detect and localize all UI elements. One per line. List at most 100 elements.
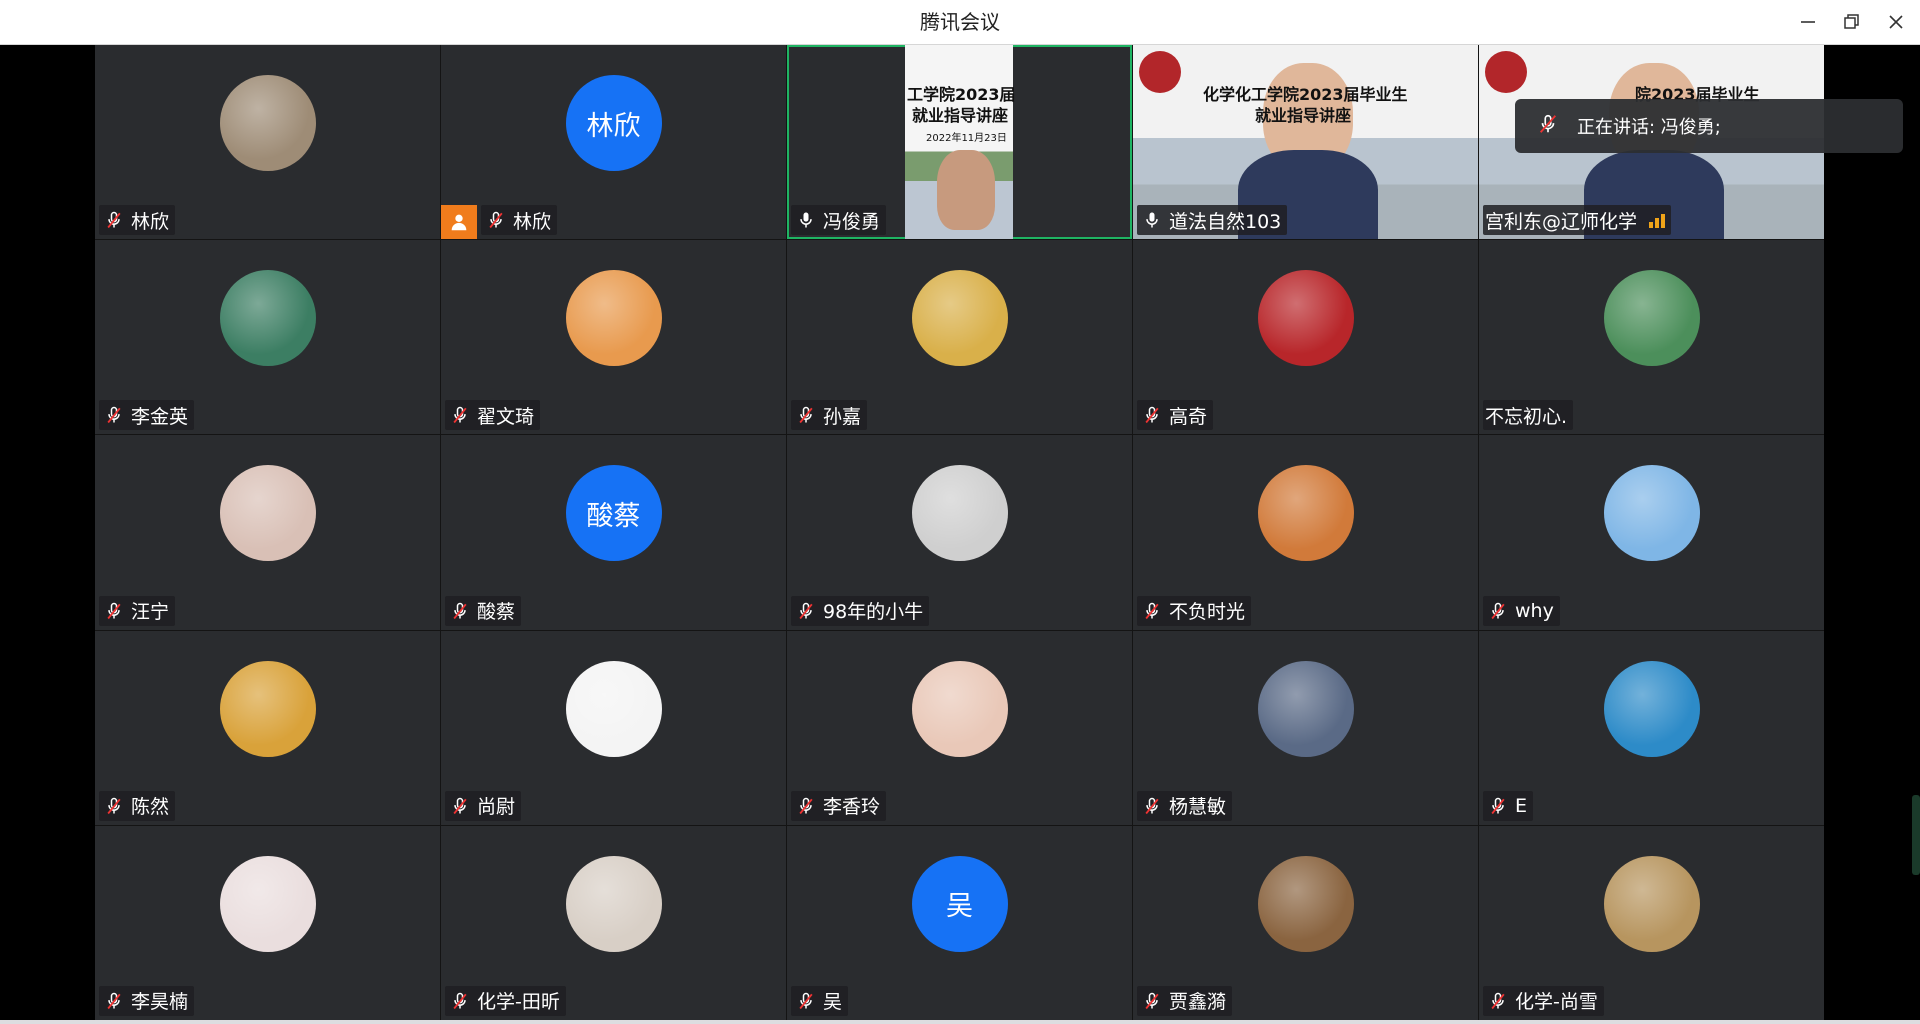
participant-tile[interactable]: 不忘初心. xyxy=(1479,240,1824,435)
participant-tile[interactable]: 化学-尚雪 xyxy=(1479,825,1824,1020)
participant-tile[interactable]: 贾鑫漪 xyxy=(1133,825,1478,1020)
name-label: 贾鑫漪 xyxy=(1137,985,1233,1016)
participant-tile[interactable]: E xyxy=(1479,630,1824,825)
participant-tile[interactable]: 翟文琦 xyxy=(441,240,786,435)
mic-muted-icon xyxy=(103,404,125,426)
mic-muted-icon xyxy=(1141,990,1163,1012)
avatar xyxy=(911,270,1008,367)
mic-muted-icon xyxy=(795,404,817,426)
name-label: 化学-田昕 xyxy=(445,985,566,1016)
speaking-text: 正在讲话: 冯俊勇; xyxy=(1577,117,1721,138)
participant-tile[interactable]: 李金英 xyxy=(95,240,440,435)
title-bar: 腾讯会议 xyxy=(0,0,1920,45)
name-label: 李金英 xyxy=(99,400,195,431)
avatar: 吴 xyxy=(911,855,1008,952)
participant-tile[interactable]: 陈然 xyxy=(95,630,440,825)
participant-name: 杨慧敏 xyxy=(1169,796,1227,819)
mic-muted-icon xyxy=(1537,113,1559,140)
mic-muted-icon xyxy=(103,990,125,1012)
name-label: 98年的小牛 xyxy=(791,595,930,626)
avatar xyxy=(1603,660,1700,757)
name-label: 李香玲 xyxy=(791,790,887,821)
participant-tile[interactable]: 98年的小牛 xyxy=(787,435,1132,630)
avatar xyxy=(1257,270,1354,367)
slide-date: 2022年11月23日 xyxy=(926,133,1007,144)
participant-name: 宫利东@辽师化学 xyxy=(1485,210,1638,233)
participant-name: 化学-田昕 xyxy=(477,991,560,1014)
bottom-strip xyxy=(0,1020,1920,1024)
mic-muted-icon xyxy=(1141,404,1163,426)
name-label: 宫利东@辽师化学 xyxy=(1483,205,1672,236)
mic-muted-icon xyxy=(449,795,471,817)
participant-tile[interactable]: why xyxy=(1479,435,1824,630)
participant-name: 98年的小牛 xyxy=(823,601,924,624)
name-label: 李昊楠 xyxy=(99,985,195,1016)
participant-tile[interactable]: 林欣 xyxy=(95,45,440,240)
participant-tile[interactable]: 杨慧敏 xyxy=(1133,630,1478,825)
participant-name: E xyxy=(1515,794,1528,817)
restore-button[interactable] xyxy=(1836,6,1868,38)
participant-tile[interactable]: 高奇 xyxy=(1133,240,1478,435)
mic-muted-icon xyxy=(1141,795,1163,817)
name-label: 孙嘉 xyxy=(791,400,868,431)
name-label: 不负时光 xyxy=(1137,595,1252,626)
restore-icon xyxy=(1844,14,1859,29)
avatar xyxy=(1603,855,1700,952)
mic-muted-icon xyxy=(103,209,125,231)
mic-muted-icon xyxy=(449,600,471,622)
participant-tile[interactable]: 吴吴 xyxy=(787,825,1132,1020)
name-label: 杨慧敏 xyxy=(1137,790,1233,821)
participant-tile[interactable]: 林欣 林欣 xyxy=(441,45,786,240)
participant-tile[interactable]: 化学-田昕 xyxy=(441,825,786,1020)
name-label: 不忘初心. xyxy=(1483,400,1574,431)
participant-name: 李香玲 xyxy=(823,796,881,819)
participant-name: 林欣 xyxy=(131,210,170,233)
name-label: 冯俊勇 xyxy=(791,205,887,236)
window-title: 腾讯会议 xyxy=(920,10,1000,34)
mic-on-icon xyxy=(1141,209,1163,231)
participant-tile[interactable]: 化学化工学院2023届毕业生 就业指导讲座 道法自然103 xyxy=(1133,45,1478,240)
participant-name: why xyxy=(1515,599,1554,622)
participant-tile[interactable]: 尚尉 xyxy=(441,630,786,825)
minimize-button[interactable] xyxy=(1792,6,1824,38)
name-label: 翟文琦 xyxy=(445,400,541,431)
name-label: 林欣 xyxy=(481,205,558,236)
avatar xyxy=(219,660,316,757)
participant-tile[interactable]: 不负时光 xyxy=(1133,435,1478,630)
participant-name: 孙嘉 xyxy=(823,405,862,428)
participant-tile[interactable]: 汪宁 xyxy=(95,435,440,630)
mic-muted-icon xyxy=(1141,600,1163,622)
participant-tile[interactable]: 工学院2023届 就业指导讲座 2022年11月23日 冯俊勇 xyxy=(787,45,1132,240)
name-label: 道法自然103 xyxy=(1137,205,1288,236)
participant-name: 冯俊勇 xyxy=(823,210,881,233)
slide-subtitle: 就业指导讲座 xyxy=(912,106,1009,125)
participant-name: 翟文琦 xyxy=(477,405,535,428)
participant-tile[interactable]: 李香玲 xyxy=(787,630,1132,825)
host-person-icon xyxy=(441,205,477,240)
name-label: E xyxy=(1483,790,1534,821)
avatar xyxy=(1257,660,1354,757)
speaking-toast: 正在讲话: 冯俊勇; xyxy=(1515,99,1903,153)
avatar xyxy=(565,660,662,757)
participant-tile[interactable]: 酸蔡 酸蔡 xyxy=(441,435,786,630)
participant-tile[interactable]: 李昊楠 xyxy=(95,825,440,1020)
avatar: 酸蔡 xyxy=(565,465,662,562)
mic-muted-icon xyxy=(1487,795,1509,817)
name-label: 化学-尚雪 xyxy=(1483,985,1604,1016)
avatar xyxy=(219,465,316,562)
participant-name: 化学-尚雪 xyxy=(1515,991,1598,1014)
avatar xyxy=(219,75,316,171)
participant-name: 李昊楠 xyxy=(131,991,189,1014)
name-label: 尚尉 xyxy=(445,790,522,821)
mic-muted-icon xyxy=(485,209,507,231)
name-label: why xyxy=(1483,595,1560,626)
participant-name: 酸蔡 xyxy=(477,601,516,624)
avatar: 林欣 xyxy=(565,75,662,171)
participant-name: 尚尉 xyxy=(477,796,516,819)
minimize-icon xyxy=(1801,21,1815,23)
participant-tile[interactable]: 孙嘉 xyxy=(787,240,1132,435)
slide-subtitle: 就业指导讲座 xyxy=(1255,106,1352,125)
close-button[interactable] xyxy=(1880,6,1912,38)
participant-name: 贾鑫漪 xyxy=(1169,991,1227,1014)
participant-name: 汪宁 xyxy=(131,601,170,624)
